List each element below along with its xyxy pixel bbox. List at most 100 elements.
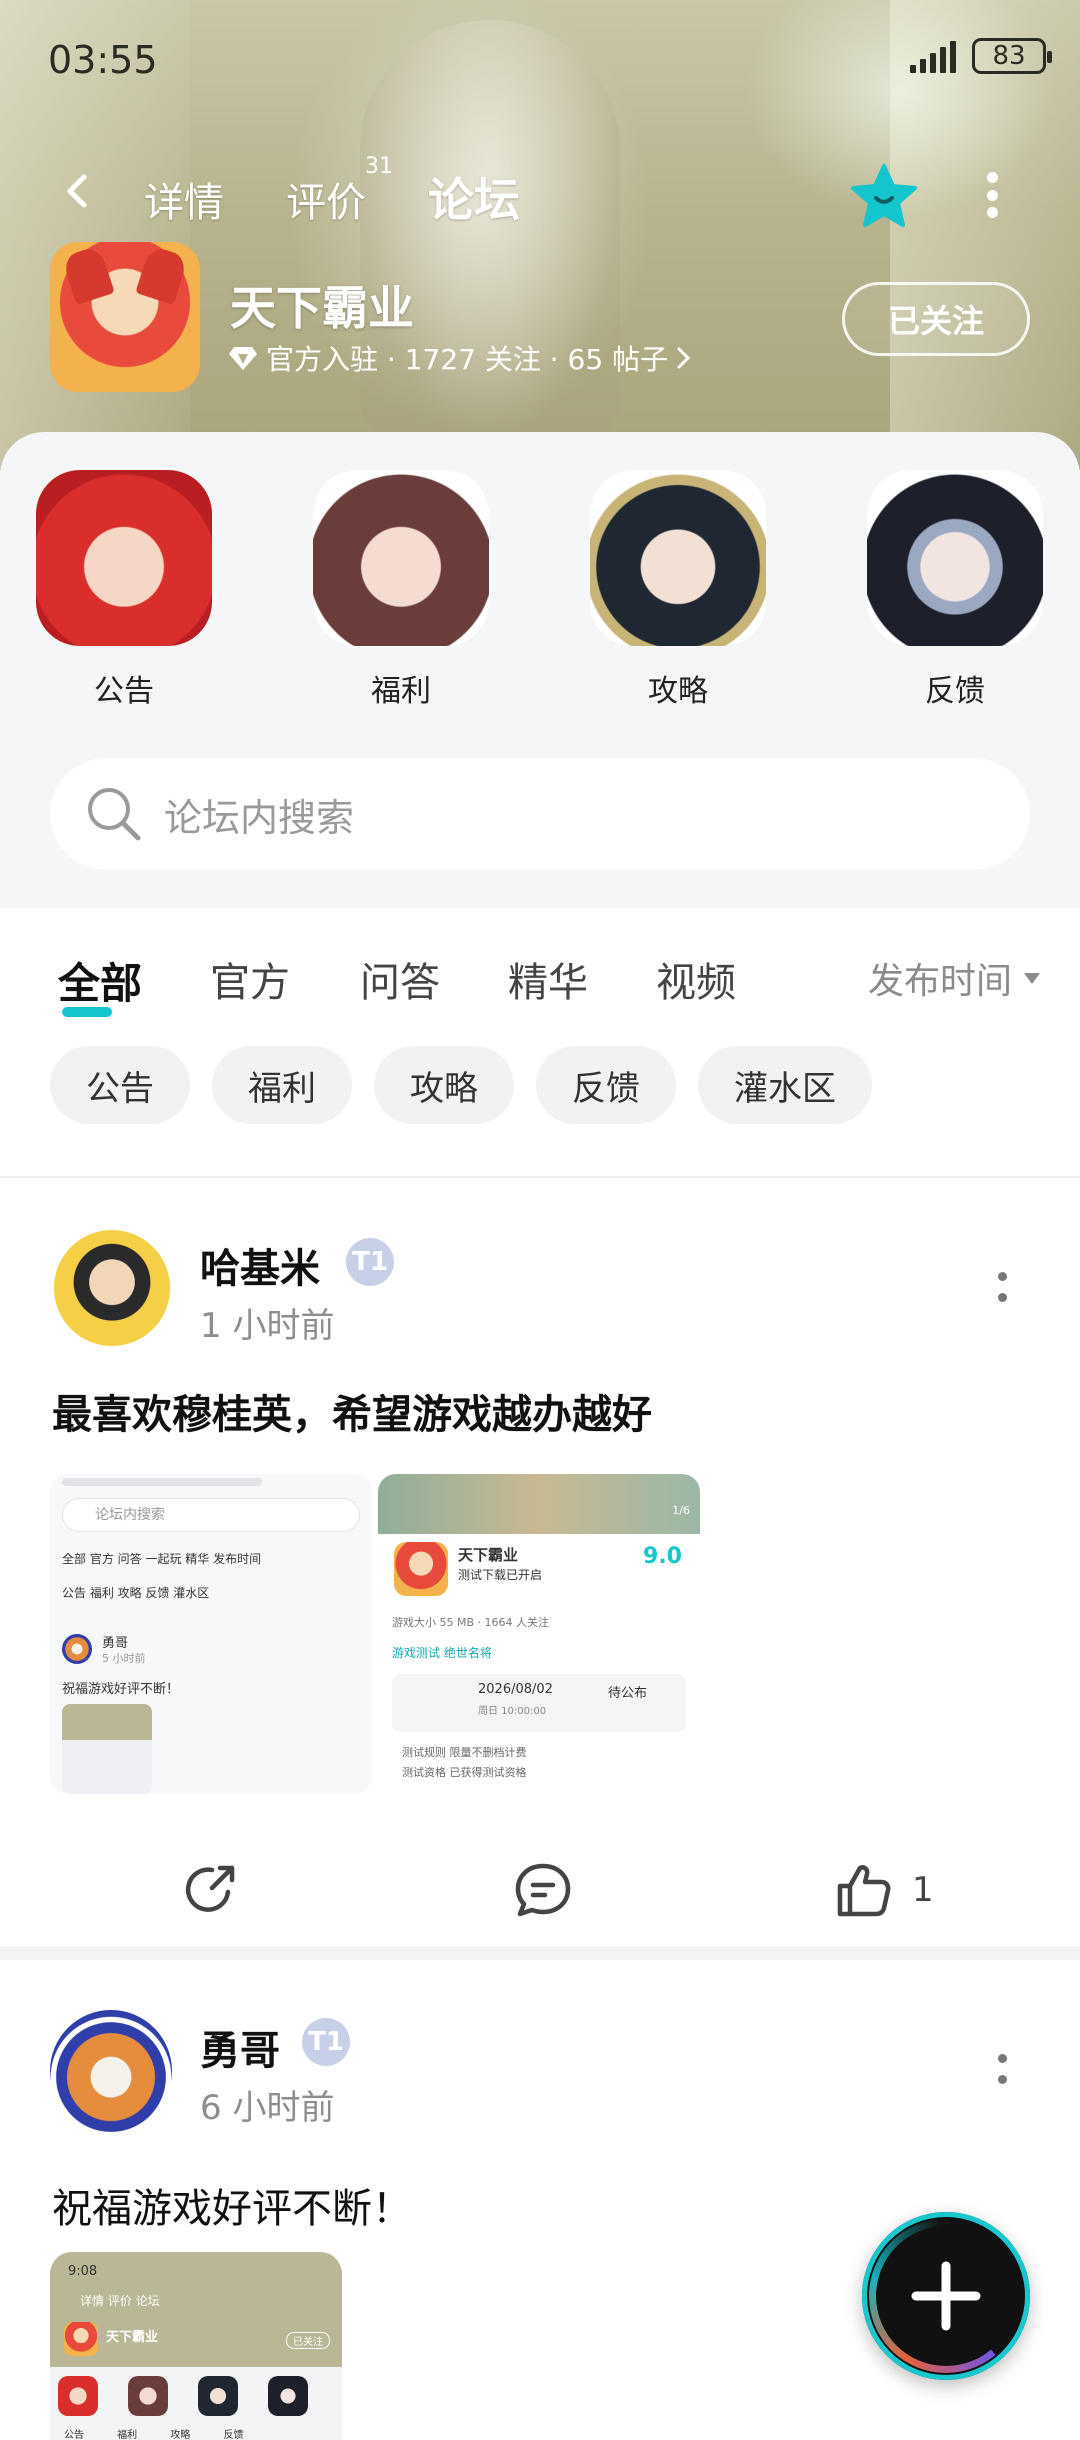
quick-link-welfare[interactable]: 福利 bbox=[313, 470, 489, 710]
search-input[interactable]: 论坛内搜索 bbox=[50, 758, 1030, 870]
game-meta[interactable]: 官方入驻 · 1727 关注 · 65 帖子 bbox=[228, 338, 692, 378]
image-text: 祝福游戏好评不断！ bbox=[62, 1682, 180, 1697]
feedback-avatar bbox=[867, 470, 1043, 646]
forum-quick-panel: 公告 福利 攻略 反馈 论坛内搜索 bbox=[0, 432, 1080, 908]
image-text: 已关注 bbox=[286, 2332, 330, 2349]
image-text: 测试资格 已获得测试资格 bbox=[402, 1766, 527, 1779]
image-text: 2026/08/02 bbox=[478, 1682, 553, 1697]
tab-forum-label: 论坛 bbox=[428, 173, 520, 227]
level-badge: T1 bbox=[302, 2018, 350, 2066]
top-nav: 详情 评价 31 论坛 bbox=[0, 150, 1080, 230]
chip-chat[interactable]: 灌水区 bbox=[698, 1046, 872, 1124]
chip-guide[interactable]: 攻略 bbox=[374, 1046, 514, 1124]
post-time: 6 小时前 bbox=[200, 2088, 335, 2128]
quick-link-label: 福利 bbox=[371, 674, 431, 709]
share-button[interactable] bbox=[182, 1860, 242, 1920]
image-text: 9.0 bbox=[643, 1544, 682, 1569]
filter-tab-video[interactable]: 视频 bbox=[656, 950, 736, 1008]
filter-tab-featured[interactable]: 精华 bbox=[508, 950, 588, 1008]
image-text: 天下霸业 bbox=[458, 1546, 519, 1564]
comment-icon bbox=[515, 1863, 571, 1917]
post-actions: 1 bbox=[0, 1840, 1080, 1940]
active-filter-indicator bbox=[62, 1007, 112, 1017]
image-text: 待公布 bbox=[608, 1686, 648, 1701]
announcement-avatar bbox=[36, 470, 212, 646]
category-chips: 公告 福利 攻略 反馈 灌水区 bbox=[50, 1046, 872, 1124]
image-text: 天下霸业 bbox=[106, 2330, 159, 2345]
guide-avatar bbox=[590, 470, 766, 646]
quick-link-label: 反馈 bbox=[925, 674, 985, 709]
chip-welfare[interactable]: 福利 bbox=[212, 1046, 352, 1124]
image-text: 全部 官方 问答 一起玩 精华 发布时间 bbox=[62, 1552, 262, 1566]
filter-tab-all[interactable]: 全部 bbox=[58, 950, 143, 1017]
author-name[interactable]: 哈基米 bbox=[200, 1236, 320, 1294]
search-icon bbox=[88, 788, 141, 841]
battery-icon: 83 bbox=[972, 38, 1052, 74]
reviews-count-badge: 31 bbox=[365, 154, 393, 179]
image-text: 详情 评价 论坛 bbox=[80, 2294, 160, 2308]
tab-forum[interactable]: 论坛 bbox=[428, 164, 520, 230]
back-icon[interactable] bbox=[62, 174, 96, 208]
quick-link-guide[interactable]: 攻略 bbox=[590, 470, 766, 710]
more-options-icon[interactable] bbox=[982, 172, 1002, 218]
create-post-button[interactable] bbox=[862, 2212, 1030, 2380]
post-text[interactable]: 祝福游戏好评不断！ bbox=[52, 2176, 412, 2234]
game-meta-text: 官方入驻 · 1727 关注 · 65 帖子 bbox=[266, 343, 669, 376]
image-text: 论坛内搜索 bbox=[62, 1498, 360, 1532]
search-placeholder: 论坛内搜索 bbox=[164, 795, 355, 840]
image-text: 公告 福利 攻略 反馈 bbox=[64, 2430, 244, 2440]
post-more-icon[interactable] bbox=[998, 2054, 1010, 2084]
post-image[interactable]: 9:08 详情 评价 论坛 天下霸业 已关注 公告 福利 攻略 反馈 bbox=[50, 2252, 342, 2440]
follow-button[interactable]: 已关注 bbox=[842, 282, 1030, 356]
quick-link-feedback[interactable]: 反馈 bbox=[867, 470, 1043, 710]
plus-icon bbox=[911, 2261, 981, 2331]
post-more-icon[interactable] bbox=[998, 1272, 1010, 1302]
image-text: 测试下载已开启 bbox=[458, 1568, 543, 1582]
post-image[interactable]: 论坛内搜索 全部 官方 问答 一起玩 精华 发布时间 公告 福利 攻略 反馈 灌… bbox=[50, 1474, 372, 1794]
image-text: 勇哥 bbox=[102, 1636, 129, 1651]
author-avatar[interactable] bbox=[54, 1230, 170, 1346]
status-time: 03:55 bbox=[48, 38, 158, 82]
favorite-icon[interactable] bbox=[848, 160, 920, 232]
like-button[interactable]: 1 bbox=[834, 1860, 934, 1920]
chevron-right-icon bbox=[677, 347, 691, 369]
game-header-banner: 03:55 83 详情 评价 31 论坛 天下霸业 官方入驻 · 1727 关注… bbox=[0, 0, 1080, 470]
diamond-icon bbox=[229, 347, 257, 370]
quick-link-announcement[interactable]: 公告 bbox=[36, 470, 212, 710]
status-indicators: 83 bbox=[910, 38, 1052, 74]
game-icon bbox=[50, 242, 200, 392]
image-text: 1/6 bbox=[672, 1504, 690, 1517]
image-text: 9:08 bbox=[68, 2264, 98, 2279]
image-text: 公告 福利 攻略 反馈 灌水区 bbox=[62, 1586, 210, 1600]
image-text: 游戏大小 55 MB · 1664 人关注 bbox=[392, 1616, 550, 1629]
chip-feedback[interactable]: 反馈 bbox=[536, 1046, 676, 1124]
tab-details[interactable]: 详情 bbox=[144, 170, 224, 228]
author-name[interactable]: 勇哥 bbox=[200, 2018, 280, 2076]
caret-down-icon bbox=[1024, 972, 1040, 984]
tab-reviews[interactable]: 评价 bbox=[286, 170, 366, 228]
image-text: 5 小时前 bbox=[102, 1652, 146, 1665]
author-avatar[interactable] bbox=[50, 2010, 172, 2132]
image-text: 游戏测试 绝世名将 bbox=[392, 1646, 492, 1660]
chip-announcement[interactable]: 公告 bbox=[50, 1046, 190, 1124]
signal-icon bbox=[910, 39, 956, 73]
share-icon bbox=[185, 1865, 235, 1912]
post-image[interactable]: 1/6 天下霸业 测试下载已开启 9.0 游戏大小 55 MB · 1664 人… bbox=[378, 1474, 700, 1794]
post-title[interactable]: 最喜欢穆桂英，希望游戏越办越好 bbox=[52, 1382, 652, 1440]
sort-label: 发布时间 bbox=[867, 961, 1012, 1002]
thumbs-up-icon bbox=[837, 1865, 891, 1917]
post-card[interactable]: 哈基米 T1 1 小时前 最喜欢穆桂英，希望游戏越办越好 论坛内搜索 全部 官方… bbox=[0, 1180, 1080, 1960]
level-badge: T1 bbox=[346, 1238, 394, 1286]
filter-tab-label: 全部 bbox=[58, 959, 143, 1008]
image-text: 周日 10:00:00 bbox=[478, 1706, 547, 1717]
filter-tab-official[interactable]: 官方 bbox=[210, 950, 290, 1008]
welfare-avatar bbox=[313, 470, 489, 646]
post-time: 1 小时前 bbox=[200, 1306, 335, 1346]
forum-filters: 全部 官方 问答 精华 视频 发布时间 公告 福利 攻略 反馈 灌水区 bbox=[0, 908, 1080, 1178]
quick-link-label: 攻略 bbox=[648, 674, 708, 709]
image-text: 测试规则 限量不删档计费 bbox=[402, 1746, 527, 1759]
comment-button[interactable] bbox=[512, 1860, 574, 1920]
filter-tab-qa[interactable]: 问答 bbox=[360, 950, 440, 1008]
quick-link-label: 公告 bbox=[94, 674, 154, 709]
sort-dropdown[interactable]: 发布时间 bbox=[868, 952, 1040, 1004]
